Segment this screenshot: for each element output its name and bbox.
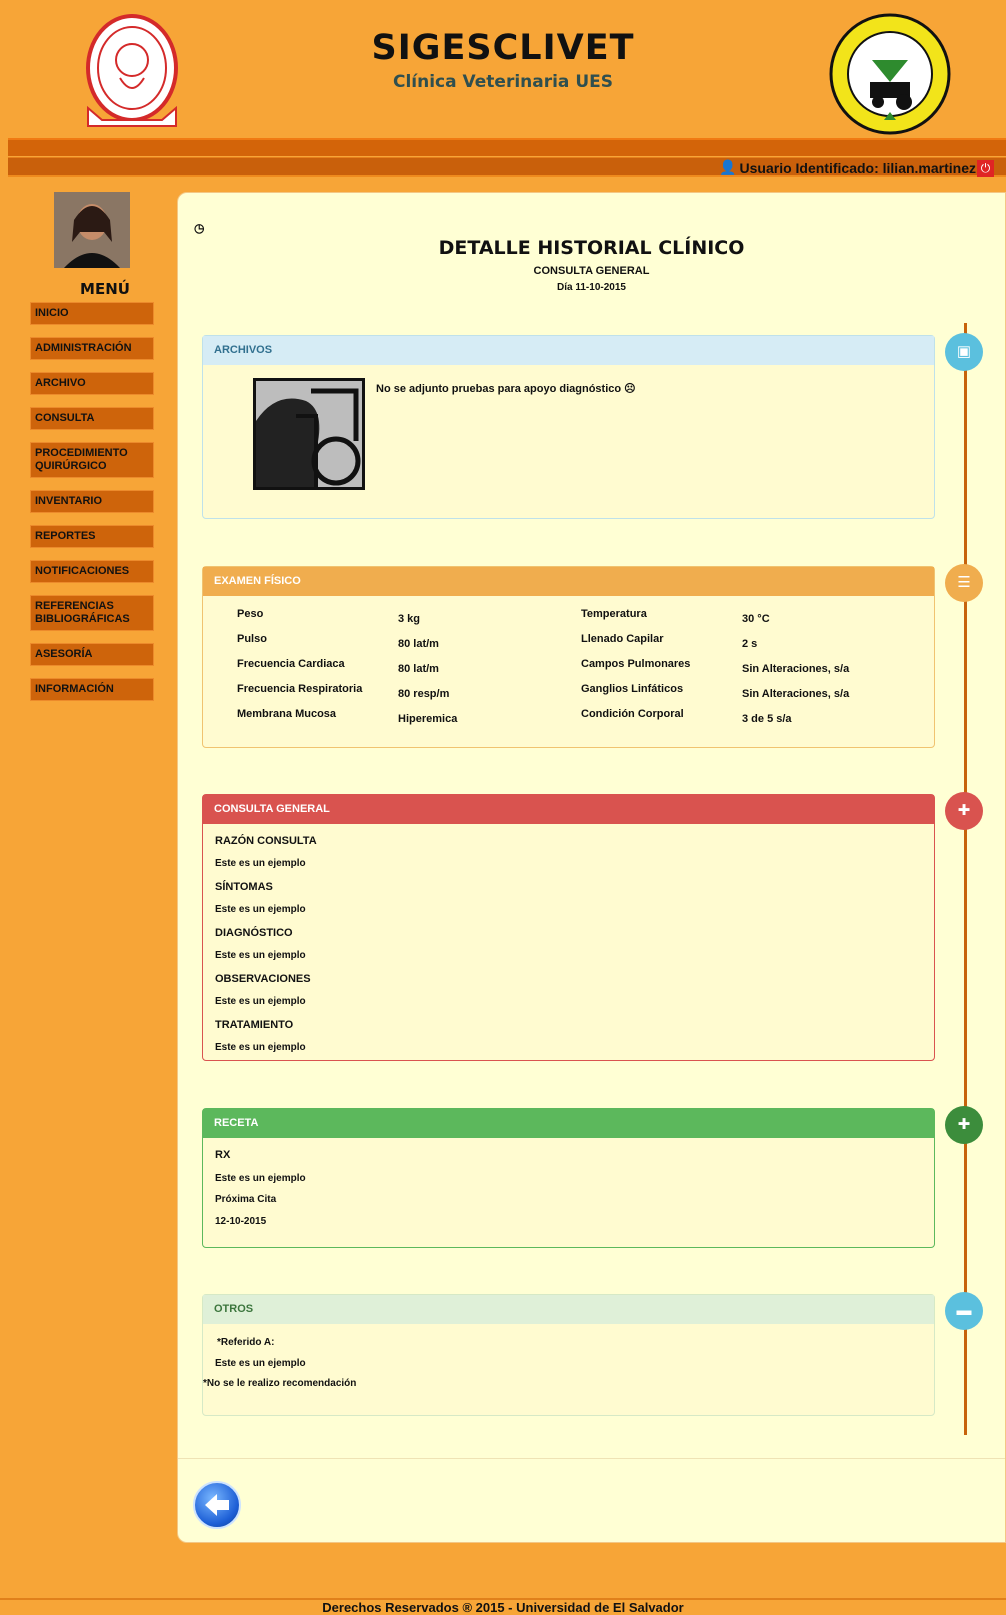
exam-value: 3 kg — [398, 613, 421, 625]
next-appointment-label: Próxima Cita — [215, 1194, 277, 1205]
exam-label: Ganglios Linfáticos — [581, 683, 684, 695]
menu-item-inventario[interactable]: INVENTARIO — [30, 490, 154, 513]
menu-item-asesoria[interactable]: ASESORÍA — [30, 643, 154, 666]
medkit-icon: ✚ — [945, 1106, 983, 1144]
exam-value: 2 s — [742, 638, 758, 650]
exam-value: 30 °C — [742, 613, 770, 625]
avatar — [54, 192, 130, 268]
user-label: Usuario Identificado: lilian.martinez — [739, 159, 976, 176]
consulta-section-value: Este es un ejemplo — [215, 904, 306, 915]
panel-examen-fisico: EXAMEN FÍSICO Peso 3 kg Pulso 80 lat/m F… — [202, 566, 935, 748]
rx-label: RX — [215, 1149, 231, 1161]
clock-icon: ◷ — [194, 221, 205, 235]
referido-label: *Referido A: — [217, 1337, 275, 1348]
menu-item-procedimiento-quirurgico[interactable]: PROCEDIMIENTO QUIRÚRGICO — [30, 442, 154, 478]
referido-value: Este es un ejemplo — [215, 1358, 306, 1369]
faculty-logo — [829, 13, 951, 135]
page-subtitle: CONSULTA GENERAL — [533, 265, 650, 277]
consulta-section-value: Este es un ejemplo — [215, 858, 306, 869]
panel-archivos-heading: ARCHIVOS — [203, 336, 934, 365]
exam-label: Condición Corporal — [581, 708, 684, 720]
otros-body: *Referido A: Este es un ejemplo *No se l… — [203, 1324, 934, 1394]
exam-value: Sin Alteraciones, s/a — [742, 663, 850, 675]
exam-value: 80 resp/m — [398, 688, 450, 700]
back-button[interactable] — [193, 1481, 241, 1529]
exam-label: Campos Pulmonares — [581, 658, 691, 670]
consulta-body: RAZÓN CONSULTA Este es un ejemplo SÍNTOM… — [203, 824, 934, 1062]
menu-item-reportes[interactable]: REPORTES — [30, 525, 154, 548]
menu-item-informacion[interactable]: INFORMACIÓN — [30, 678, 154, 701]
menu-item-consulta[interactable]: CONSULTA — [30, 407, 154, 430]
footer: Derechos Reservados ® 2015 - Universidad… — [0, 1598, 1006, 1615]
consulta-section-label: RAZÓN CONSULTA — [215, 835, 317, 847]
consulta-section-label: SÍNTOMAS — [215, 881, 273, 893]
logout-power-icon[interactable]: ⏻ — [977, 160, 994, 177]
rx-value: Este es un ejemplo — [215, 1173, 306, 1184]
user-icon: 👤 — [719, 159, 737, 175]
header: SIGESCLIVET Clínica Veterinaria UES — [0, 0, 1006, 138]
panel-archivos: ARCHIVOS No se adjunto pruebas para apoy… — [202, 335, 935, 519]
exam-label: Temperatura — [581, 608, 647, 620]
consulta-section-value: Este es un ejemplo — [215, 996, 306, 1007]
page-date: Día 11-10-2015 — [557, 282, 626, 293]
consulta-section-value: Este es un ejemplo — [215, 950, 306, 961]
folder-icon: ▬ — [945, 1292, 983, 1330]
menu-item-notificaciones[interactable]: NOTIFICACIONES — [30, 560, 154, 583]
exam-value: 3 de 5 s/a — [742, 713, 792, 725]
exam-value: 80 lat/m — [398, 638, 439, 650]
menu-title: MENÚ — [80, 280, 130, 298]
consulta-section-label: DIAGNÓSTICO — [215, 927, 293, 939]
exam-label: Frecuencia Cardiaca — [237, 658, 345, 670]
panel-consulta-heading: CONSULTA GENERAL — [203, 795, 934, 824]
consulta-section-label: OBSERVACIONES — [215, 973, 311, 985]
sidebar-menu: INICIO ADMINISTRACIÓN ARCHIVO CONSULTA P… — [30, 302, 154, 713]
exam-value: 80 lat/m — [398, 663, 439, 675]
content-divider — [178, 1458, 1005, 1459]
clipboard-icon: ☰ — [945, 564, 983, 602]
exam-label: Frecuencia Respiratoria — [237, 683, 363, 695]
attachment-thumbnail[interactable] — [253, 378, 365, 490]
exam-value: Sin Alteraciones, s/a — [742, 688, 850, 700]
recomendacion-text: *No se le realizo recomendación — [203, 1378, 357, 1389]
exam-label: Peso — [237, 608, 264, 620]
back-arrow-icon — [205, 1494, 229, 1516]
panel-otros-heading: OTROS — [203, 1295, 934, 1324]
top-bar — [8, 138, 1006, 156]
panel-otros: OTROS *Referido A: Este es un ejemplo *N… — [202, 1294, 935, 1416]
page-title: DETALLE HISTORIAL CLÍNICO — [438, 237, 745, 259]
no-files-message: No se adjunto pruebas para apoyo diagnós… — [376, 383, 636, 395]
exam-label: Pulso — [237, 633, 267, 645]
exam-label: Membrana Mucosa — [237, 708, 337, 720]
main-content: ◷ DETALLE HISTORIAL CLÍNICO CONSULTA GEN… — [177, 192, 1006, 1543]
panel-receta: RECETA RX Este es un ejemplo Próxima Cit… — [202, 1108, 935, 1248]
exam-value: Hiperemica — [398, 713, 458, 725]
menu-item-inicio[interactable]: INICIO — [30, 302, 154, 325]
panel-receta-heading: RECETA — [203, 1109, 934, 1138]
menu-item-administracion[interactable]: ADMINISTRACIÓN — [30, 337, 154, 360]
panel-examen-heading: EXAMEN FÍSICO — [203, 567, 934, 596]
next-appointment-value: 12-10-2015 — [215, 1216, 267, 1227]
panel-consulta-general: CONSULTA GENERAL RAZÓN CONSULTA Este es … — [202, 794, 935, 1061]
ambulance-icon: ✚ — [945, 792, 983, 830]
picture-icon: ▣ — [945, 333, 983, 371]
receta-body: RX Este es un ejemplo Próxima Cita 12-10… — [203, 1138, 934, 1236]
consulta-section-label: TRATAMIENTO — [215, 1019, 294, 1031]
menu-item-referencias-bibliograficas[interactable]: REFERENCIAS BIBLIOGRÁFICAS — [30, 595, 154, 631]
menu-item-archivo[interactable]: ARCHIVO — [30, 372, 154, 395]
user-info: 👤 Usuario Identificado: lilian.martinez — [719, 159, 976, 176]
exam-label: Llenado Capilar — [581, 633, 664, 645]
timeline-line — [964, 323, 967, 1435]
consulta-section-value: Este es un ejemplo — [215, 1042, 306, 1053]
